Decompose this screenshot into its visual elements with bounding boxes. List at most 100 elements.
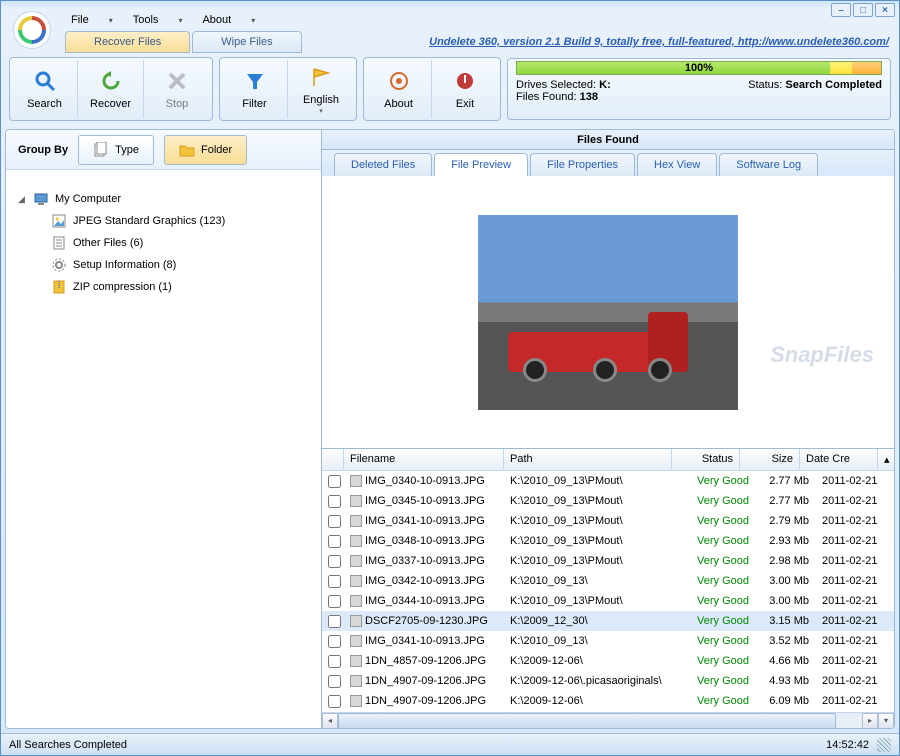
row-checkbox[interactable] xyxy=(328,675,341,688)
cell-status: Very Good xyxy=(688,553,756,569)
menu-about[interactable]: About▾ xyxy=(192,11,265,29)
cell-size: 3.15 Mb xyxy=(756,613,816,629)
th-filename[interactable]: Filename xyxy=(344,449,504,470)
row-checkbox[interactable] xyxy=(328,515,341,528)
file-icon xyxy=(350,595,362,607)
progress-text: 100% xyxy=(685,62,713,74)
tree-root[interactable]: ◢ My Computer xyxy=(16,188,311,210)
cell-date: 2011-02-21 xyxy=(816,553,894,569)
scroll-left-button[interactable]: ◂ xyxy=(322,713,338,729)
table-row[interactable]: 1DN_4857-09-1206.JPGK:\2009-12-06\Very G… xyxy=(322,651,894,671)
cell-size: 3.00 Mb xyxy=(756,593,816,609)
cell-status: Very Good xyxy=(688,693,756,709)
cell-path: K:\2009_12_30\ xyxy=(504,613,688,629)
recover-button[interactable]: Recover xyxy=(78,60,144,118)
table-row[interactable]: IMG_0345-10-0913.JPGK:\2010_09_13\PMout\… xyxy=(322,491,894,511)
th-scroll-up[interactable]: ▴ xyxy=(878,449,894,470)
status-message: All Searches Completed xyxy=(9,739,127,751)
menu-file[interactable]: File▾ xyxy=(61,11,123,29)
th-date[interactable]: Date Cre xyxy=(800,449,878,470)
table-row[interactable]: IMG_0348-10-0913.JPGK:\2010_09_13\PMout\… xyxy=(322,531,894,551)
cell-size: 4.93 Mb xyxy=(756,673,816,689)
table-row[interactable]: IMG_0337-10-0913.JPGK:\2010_09_13\PMout\… xyxy=(322,551,894,571)
row-checkbox[interactable] xyxy=(328,555,341,568)
preview-area: SnapFiles xyxy=(322,176,894,448)
menu-about-label: About xyxy=(202,14,231,26)
about-link[interactable]: Undelete 360, version 2.1 Build 9, total… xyxy=(429,36,889,48)
scroll-thumb[interactable] xyxy=(338,713,836,729)
cell-date: 2011-02-21 xyxy=(816,513,894,529)
row-checkbox[interactable] xyxy=(328,495,341,508)
row-checkbox[interactable] xyxy=(328,655,341,668)
cell-status: Very Good xyxy=(688,653,756,669)
cell-status: Very Good xyxy=(688,613,756,629)
table-row[interactable]: IMG_0340-10-0913.JPGK:\2010_09_13\PMout\… xyxy=(322,471,894,491)
progress-bar: 100% xyxy=(516,61,882,75)
folder-label: Folder xyxy=(201,144,232,156)
tab-file-preview[interactable]: File Preview xyxy=(434,153,528,176)
th-size[interactable]: Size xyxy=(740,449,800,470)
cell-date: 2011-02-21 xyxy=(816,573,894,589)
tree-root-label: My Computer xyxy=(55,193,121,205)
row-checkbox[interactable] xyxy=(328,695,341,708)
language-button[interactable]: English xyxy=(288,60,354,118)
tab-wipe-files[interactable]: Wipe Files xyxy=(192,31,301,53)
table-row[interactable]: IMG_0342-10-0913.JPGK:\2010_09_13\Very G… xyxy=(322,571,894,591)
file-icon xyxy=(350,515,362,527)
scroll-right-button[interactable]: ▸ xyxy=(862,713,878,729)
cell-filename: 1DN_4907-09-1206.JPG xyxy=(344,693,504,709)
tree-item[interactable]: Other Files (6) xyxy=(16,232,311,254)
th-status[interactable]: Status xyxy=(672,449,740,470)
tab-recover-files[interactable]: Recover Files xyxy=(65,31,190,53)
resize-grip[interactable] xyxy=(877,738,891,752)
row-checkbox[interactable] xyxy=(328,535,341,548)
menu-tools[interactable]: Tools▾ xyxy=(123,11,193,29)
cell-status: Very Good xyxy=(688,673,756,689)
table-row[interactable]: 1DN_4907-09-1206.JPGK:\2009-12-06\.picas… xyxy=(322,671,894,691)
language-label: English xyxy=(303,94,339,106)
about-icon xyxy=(386,68,412,94)
file-type-icon xyxy=(51,279,67,295)
table-row[interactable]: IMG_0344-10-0913.JPGK:\2010_09_13\PMout\… xyxy=(322,591,894,611)
exit-button[interactable]: Exit xyxy=(432,60,498,118)
th-checkbox[interactable] xyxy=(322,449,344,470)
horizontal-scrollbar[interactable]: ◂ ▸ ▾ xyxy=(322,712,894,728)
row-checkbox[interactable] xyxy=(328,575,341,588)
tab-hex-view[interactable]: Hex View xyxy=(637,153,717,176)
tab-software-log[interactable]: Software Log xyxy=(719,153,818,176)
cell-date: 2011-02-21 xyxy=(816,493,894,509)
tree-item[interactable]: ZIP compression (1) xyxy=(16,276,311,298)
flag-icon xyxy=(308,64,334,90)
cell-date: 2011-02-21 xyxy=(816,693,894,709)
collapse-icon[interactable]: ◢ xyxy=(16,194,27,205)
row-checkbox[interactable] xyxy=(328,595,341,608)
row-checkbox[interactable] xyxy=(328,615,341,628)
cell-date: 2011-02-21 xyxy=(816,673,894,689)
row-checkbox[interactable] xyxy=(328,475,341,488)
tab-deleted-files[interactable]: Deleted Files xyxy=(334,153,432,176)
stop-button: Stop xyxy=(144,60,210,118)
table-row[interactable]: IMG_0341-10-0913.JPGK:\2010_09_13\Very G… xyxy=(322,631,894,651)
th-path[interactable]: Path xyxy=(504,449,672,470)
file-type-icon xyxy=(51,235,67,251)
cell-date: 2011-02-21 xyxy=(816,613,894,629)
table-body[interactable]: IMG_0340-10-0913.JPGK:\2010_09_13\PMout\… xyxy=(322,471,894,712)
table-row[interactable]: IMG_0341-10-0913.JPGK:\2010_09_13\PMout\… xyxy=(322,511,894,531)
exit-icon xyxy=(452,68,478,94)
tree-item[interactable]: JPEG Standard Graphics (123) xyxy=(16,210,311,232)
group-by-type-button[interactable]: Type xyxy=(78,135,154,165)
statusbar: All Searches Completed 14:52:42 xyxy=(1,733,899,755)
table-row[interactable]: 1DN_4907-09-1206.JPGK:\2009-12-06\Very G… xyxy=(322,691,894,711)
table-row[interactable]: DSCF2705-09-1230.JPGK:\2009_12_30\Very G… xyxy=(322,611,894,631)
cell-date: 2011-02-21 xyxy=(816,533,894,549)
tree-item[interactable]: Setup Information (8) xyxy=(16,254,311,276)
cell-path: K:\2010_09_13\PMout\ xyxy=(504,473,688,489)
cell-size: 2.79 Mb xyxy=(756,513,816,529)
group-by-folder-button[interactable]: Folder xyxy=(164,135,247,165)
tab-file-properties[interactable]: File Properties xyxy=(530,153,635,176)
search-button[interactable]: Search xyxy=(12,60,78,118)
about-button[interactable]: About xyxy=(366,60,432,118)
scroll-down-button[interactable]: ▾ xyxy=(878,713,894,729)
filter-button[interactable]: Filter xyxy=(222,60,288,118)
row-checkbox[interactable] xyxy=(328,635,341,648)
